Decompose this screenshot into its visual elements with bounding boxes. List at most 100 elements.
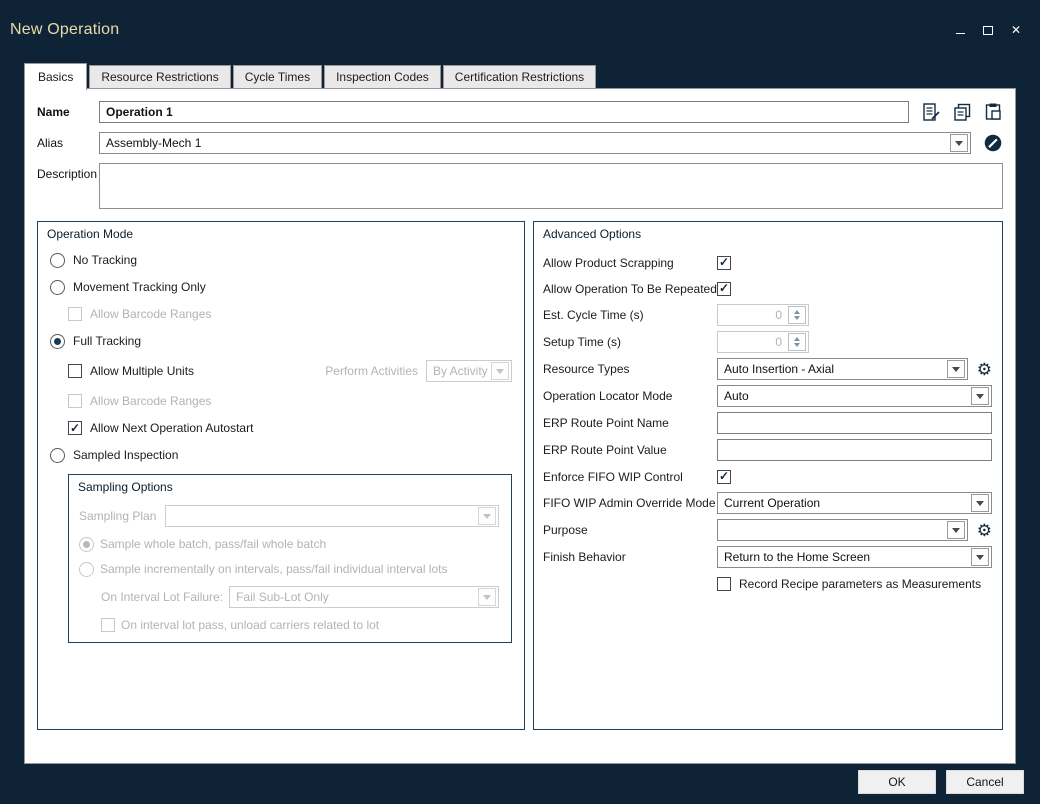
- allow-multiple-units-checkbox[interactable]: [68, 364, 82, 378]
- tab-bar: Basics Resource Restrictions Cycle Times…: [24, 63, 598, 88]
- whole-batch-radio: [79, 537, 94, 552]
- allow-operation-repeated-checkbox[interactable]: [717, 282, 731, 296]
- allow-operation-repeated-row: Allow Operation To Be Repeated: [543, 278, 992, 299]
- alias-row: Alias Assembly-Mech 1: [37, 132, 1003, 154]
- spinner-arrows-icon[interactable]: [788, 306, 806, 324]
- enforce-fifo-row: Enforce FIFO WIP Control: [543, 466, 992, 487]
- finish-behavior-row: Finish Behavior Return to the Home Scree…: [543, 546, 992, 568]
- sampling-options-group: Sampling Options Sampling Plan Sample wh…: [68, 474, 512, 643]
- chevron-down-icon[interactable]: [947, 521, 965, 539]
- tab-cycle-times[interactable]: Cycle Times: [233, 65, 322, 88]
- perform-activities-label: Perform Activities: [325, 364, 418, 378]
- allow-next-operation-autostart-checkbox[interactable]: [68, 421, 82, 435]
- minimize-icon[interactable]: [954, 24, 966, 36]
- setup-time-spinner: 0: [717, 331, 809, 353]
- cancel-button[interactable]: Cancel: [946, 770, 1024, 794]
- allow-product-scrapping-row: Allow Product Scrapping: [543, 252, 992, 273]
- whole-batch-option: Sample whole batch, pass/fail whole batc…: [79, 536, 499, 552]
- chevron-down-icon[interactable]: [971, 494, 989, 512]
- sampling-plan-label: Sampling Plan: [79, 509, 159, 523]
- erp-route-point-value-input[interactable]: [717, 439, 992, 461]
- chevron-down-icon: [478, 588, 496, 606]
- spinner-arrows-icon[interactable]: [788, 333, 806, 351]
- sampling-plan-row: Sampling Plan: [79, 505, 499, 527]
- no-tracking-radio[interactable]: [50, 253, 65, 268]
- sampling-plan-select: [165, 505, 499, 527]
- chevron-down-icon: [478, 507, 496, 525]
- record-recipe-checkbox[interactable]: [717, 577, 731, 591]
- sampling-options-title: Sampling Options: [69, 475, 511, 497]
- chevron-down-icon[interactable]: [950, 134, 968, 152]
- maximize-icon[interactable]: [982, 24, 994, 36]
- tab-inspection-codes[interactable]: Inspection Codes: [324, 65, 441, 88]
- sampled-inspection-radio[interactable]: [50, 448, 65, 463]
- fifo-override-row: FIFO WIP Admin Override Mode Current Ope…: [543, 492, 992, 514]
- full-tracking-radio[interactable]: [50, 334, 65, 349]
- operation-locator-mode-select[interactable]: Auto: [717, 385, 992, 407]
- close-icon[interactable]: ✕: [1010, 24, 1022, 36]
- tab-certification-restrictions[interactable]: Certification Restrictions: [443, 65, 596, 88]
- movement-tracking-option: Movement Tracking Only: [50, 279, 512, 295]
- copy-icon[interactable]: [952, 102, 972, 122]
- interval-failure-select: Fail Sub-Lot Only: [229, 586, 499, 608]
- basics-panel: Name: [24, 88, 1016, 764]
- edit-form-icon[interactable]: [921, 102, 941, 122]
- allow-multiple-units-option: Allow Multiple Units Perform Activities …: [68, 360, 512, 382]
- setup-time-row: Setup Time (s) 0: [543, 331, 992, 353]
- operation-mode-group: Operation Mode No Tracking Movement Trac…: [37, 221, 525, 730]
- chevron-down-icon[interactable]: [971, 548, 989, 566]
- allow-barcode-ranges-option-1: Allow Barcode Ranges: [68, 306, 512, 322]
- tab-resource-restrictions[interactable]: Resource Restrictions: [89, 65, 230, 88]
- interval-pass-checkbox: [101, 618, 115, 632]
- chevron-down-icon[interactable]: [971, 387, 989, 405]
- window-controls: ✕: [954, 24, 1022, 36]
- ok-button[interactable]: OK: [858, 770, 936, 794]
- allow-product-scrapping-checkbox[interactable]: [717, 256, 731, 270]
- edit-pencil-icon[interactable]: [983, 133, 1003, 153]
- incremental-radio: [79, 562, 94, 577]
- full-tracking-option: Full Tracking: [50, 333, 512, 349]
- tab-basics[interactable]: Basics: [24, 63, 87, 90]
- est-cycle-time-spinner: 0: [717, 304, 809, 326]
- operation-locator-mode-row: Operation Locator Mode Auto: [543, 385, 992, 407]
- resource-types-row: Resource Types Auto Insertion - Axial ⚙: [543, 358, 992, 380]
- chevron-down-icon: [491, 362, 509, 380]
- movement-tracking-radio[interactable]: [50, 280, 65, 295]
- enforce-fifo-checkbox[interactable]: [717, 470, 731, 484]
- perform-activities-select: By Activity: [426, 360, 512, 382]
- resource-types-select[interactable]: Auto Insertion - Axial: [717, 358, 968, 380]
- operation-mode-title: Operation Mode: [38, 222, 524, 244]
- allow-next-operation-autostart-option: Allow Next Operation Autostart: [68, 420, 512, 436]
- no-tracking-option: No Tracking: [50, 252, 512, 268]
- interval-failure-label: On Interval Lot Failure:: [101, 590, 223, 604]
- sampled-inspection-option: Sampled Inspection: [50, 447, 512, 463]
- finish-behavior-select[interactable]: Return to the Home Screen: [717, 546, 992, 568]
- allow-barcode-ranges-checkbox-1: [68, 307, 82, 321]
- name-input[interactable]: [99, 101, 909, 123]
- gear-icon[interactable]: ⚙: [977, 522, 992, 539]
- groups: Operation Mode No Tracking Movement Trac…: [37, 221, 1003, 730]
- alias-select[interactable]: Assembly-Mech 1: [99, 132, 971, 154]
- erp-route-point-value-row: ERP Route Point Value: [543, 439, 992, 461]
- interval-failure-row: On Interval Lot Failure: Fail Sub-Lot On…: [101, 586, 499, 608]
- interval-pass-option: On interval lot pass, unload carriers re…: [101, 617, 499, 633]
- fifo-override-select[interactable]: Current Operation: [717, 492, 992, 514]
- allow-barcode-ranges-checkbox-2: [68, 394, 82, 408]
- erp-route-point-name-row: ERP Route Point Name: [543, 412, 992, 434]
- record-recipe-row: Record Recipe parameters as Measurements: [543, 573, 992, 594]
- allow-barcode-ranges-option-2: Allow Barcode Ranges: [68, 393, 512, 409]
- description-input[interactable]: [99, 163, 1003, 209]
- advanced-options-group: Advanced Options Allow Product Scrapping…: [533, 221, 1003, 730]
- window-title: New Operation: [10, 21, 119, 39]
- paste-icon[interactable]: [983, 102, 1003, 122]
- purpose-row: Purpose ⚙: [543, 519, 992, 541]
- incremental-option: Sample incrementally on intervals, pass/…: [79, 561, 499, 577]
- chevron-down-icon[interactable]: [947, 360, 965, 378]
- name-row: Name: [37, 101, 1003, 123]
- purpose-select[interactable]: [717, 519, 968, 541]
- footer: OK Cancel: [858, 770, 1024, 794]
- gear-icon[interactable]: ⚙: [977, 361, 992, 378]
- name-actions: [921, 102, 1003, 122]
- description-label: Description: [37, 163, 99, 181]
- erp-route-point-name-input[interactable]: [717, 412, 992, 434]
